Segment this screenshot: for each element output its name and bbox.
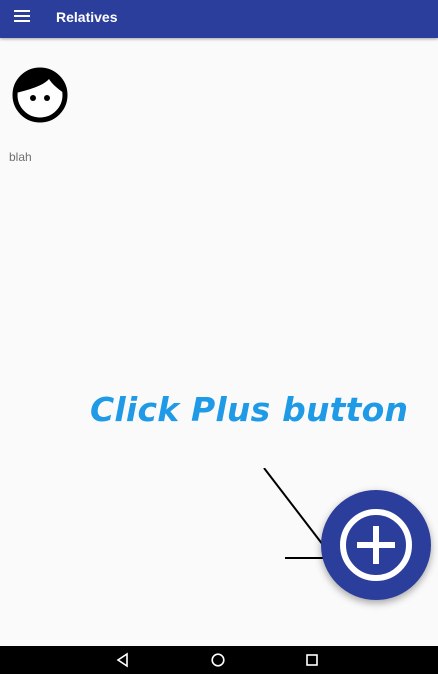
add-relative-button[interactable] xyxy=(321,490,431,600)
add-circle-icon xyxy=(340,509,412,581)
app-title: Relatives xyxy=(56,9,118,25)
back-icon[interactable] xyxy=(115,652,131,668)
home-icon[interactable] xyxy=(210,652,226,668)
system-nav-bar xyxy=(0,646,438,674)
hamburger-menu-icon[interactable] xyxy=(14,10,30,23)
relative-name: blah xyxy=(9,150,32,164)
hint-text: Click Plus button xyxy=(90,390,409,429)
app-bar: Relatives xyxy=(0,0,438,38)
relatives-screen: Relatives blah Click Plus button xyxy=(0,0,438,674)
relative-item[interactable]: blah xyxy=(0,38,100,178)
face-icon xyxy=(12,67,68,123)
recents-icon[interactable] xyxy=(304,652,320,668)
